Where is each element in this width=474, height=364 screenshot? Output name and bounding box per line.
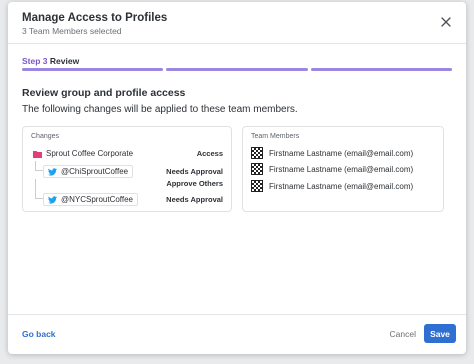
folder-icon [33,150,42,158]
profile-chip-nycsproutcoffee: @NYCSproutCoffee [43,193,139,206]
team-members-card: Team Members Firstname Lastname (email@e… [242,126,444,212]
step-progress-bar [22,68,452,71]
save-button[interactable]: Save [424,324,456,343]
changes-card-title: Changes [31,133,60,140]
profile-chip-chisproutcoffee: @ChiSproutCoffee [43,165,134,178]
cancel-button[interactable]: Cancel [390,329,416,339]
progress-segment-1 [22,68,164,71]
modal-title: Manage Access to Profiles [22,12,168,24]
group-chip-label: Sprout Coffee Corporate [46,149,134,158]
team-members-card-title: Team Members [251,133,300,140]
team-member-label: Firstname Lastname (email@email.com) [269,164,414,174]
go-back-link[interactable]: Go back [22,329,56,339]
modal-subtitle: 3 Team Members selected [22,26,122,36]
step-indicator: Step 3 Review [22,56,79,66]
tree-connector [35,161,43,171]
profile-chip-label: @ChiSproutCoffee [61,167,129,176]
group-chip-sprout-coffee-corporate: Sprout Coffee Corporate [29,147,138,160]
manage-access-modal: Manage Access to Profiles 3 Team Members… [8,2,466,354]
avatar [251,163,263,175]
team-member-row: Firstname Lastname (email@email.com) [251,179,413,193]
twitter-icon [48,195,57,204]
section-description: The following changes will be applied to… [22,104,298,115]
access-level: Needs Approval [166,167,223,176]
twitter-icon [48,167,57,176]
avatar [251,147,263,159]
close-icon[interactable] [438,14,454,30]
step-number: Step 3 [22,56,48,66]
team-member-row: Firstname Lastname (email@email.com) [251,146,413,160]
step-name: Review [49,56,80,66]
access-level-secondary: Approve Others [166,179,223,188]
progress-segment-2 [166,68,308,71]
progress-segment-3 [310,68,452,71]
modal-header: Manage Access to Profiles 3 Team Members… [8,2,466,44]
modal-footer: Go back Cancel Save [8,314,466,354]
team-member-label: Firstname Lastname (email@email.com) [269,148,414,158]
changes-card: Changes Sprout Coffee Corporate Access @… [22,126,232,212]
access-level: Access [196,149,223,158]
section-heading: Review group and profile access [22,87,186,99]
tree-connector [35,179,43,199]
access-level: Needs Approval [166,195,223,204]
team-member-label: Firstname Lastname (email@email.com) [269,181,414,191]
avatar [251,180,263,192]
team-member-row: Firstname Lastname (email@email.com) [251,162,413,176]
profile-chip-label: @NYCSproutCoffee [61,195,134,204]
